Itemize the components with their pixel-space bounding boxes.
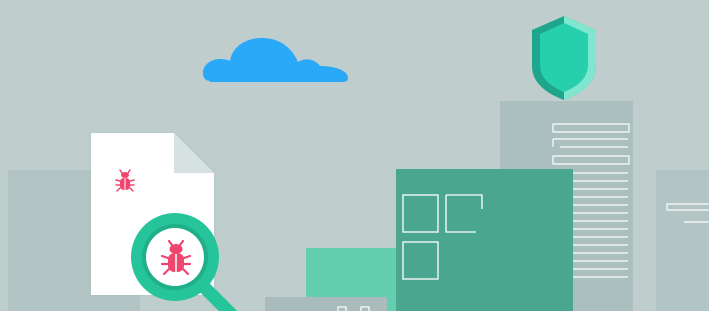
building-small-gray <box>265 297 387 311</box>
bug-icon <box>115 169 135 193</box>
building-right-edge-lines <box>666 203 709 223</box>
building-small-gray-windows <box>337 306 370 311</box>
security-scan-illustration <box>0 0 709 311</box>
building-green-windows <box>402 194 483 280</box>
building-right-edge <box>656 170 709 311</box>
bug-icon-large <box>160 240 192 276</box>
building-green-dark <box>396 169 573 311</box>
cloud-icon <box>200 36 350 84</box>
shield-icon <box>530 14 598 102</box>
